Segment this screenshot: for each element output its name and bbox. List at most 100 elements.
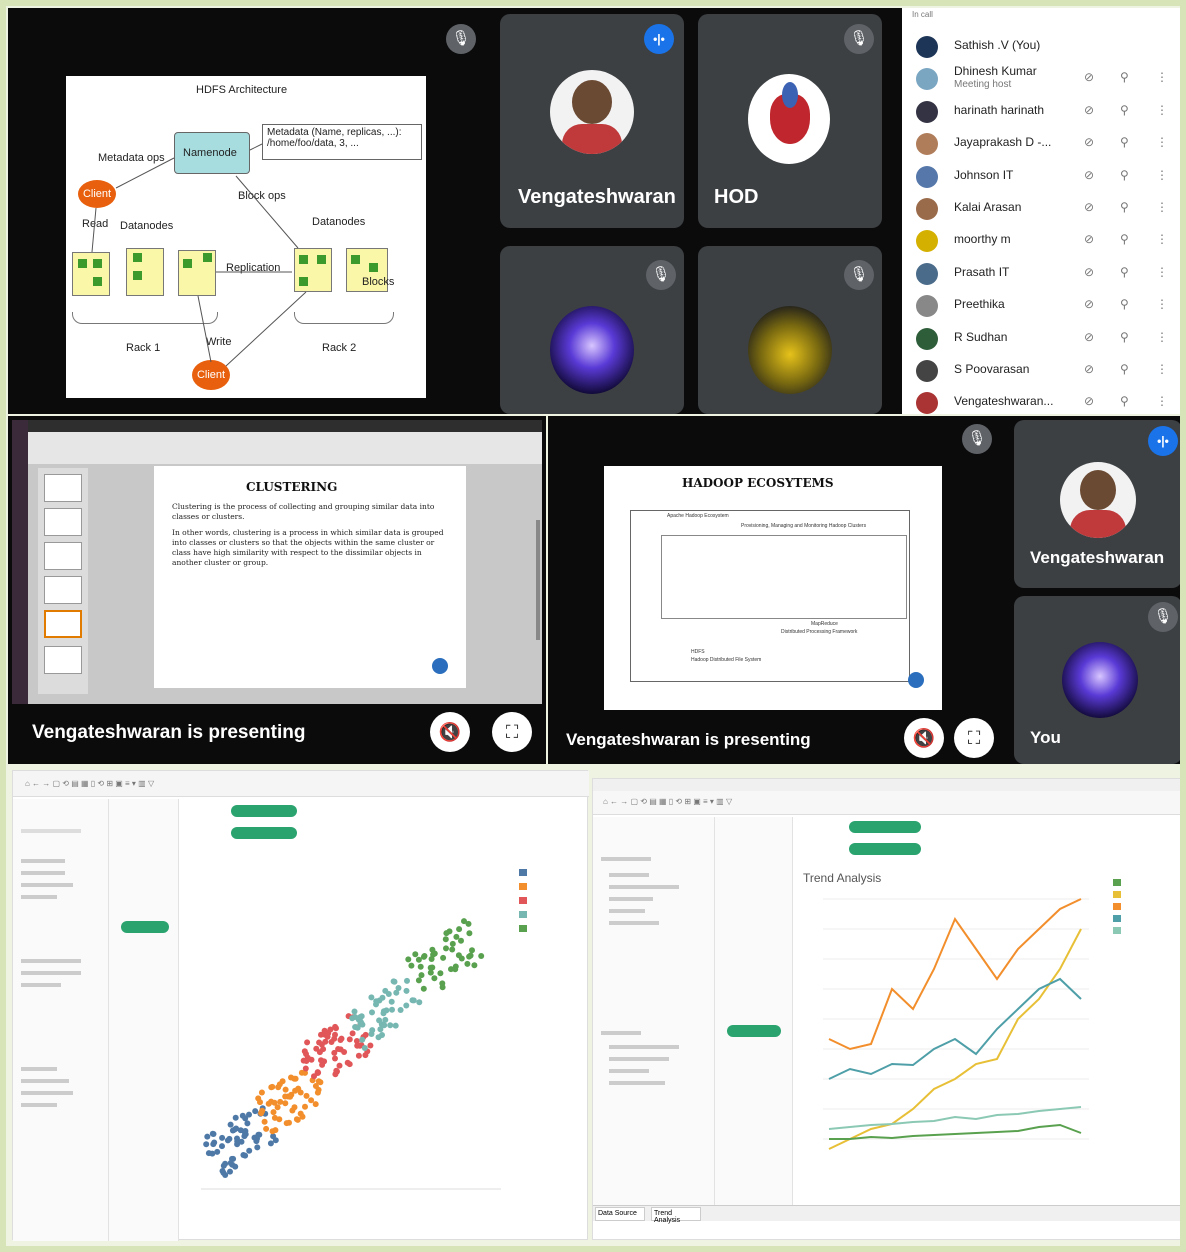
participant-row[interactable]: Jayaprakash D -... ⊘ ⚲ ⋮ xyxy=(902,127,1182,159)
fullscreen-button[interactable]: ⛶ xyxy=(954,718,994,758)
trend-series-line xyxy=(828,898,1082,1051)
color-pill[interactable] xyxy=(727,1025,781,1037)
mic-off-icon: ⊘ xyxy=(1084,264,1095,279)
participant-row[interactable]: Kalai Arasan ⊘ ⚲ ⋮ xyxy=(902,192,1182,224)
participant-row[interactable]: Sathish .V (You) xyxy=(902,30,1182,62)
pin-icon[interactable]: ⚲ xyxy=(1120,297,1129,311)
scatter-point xyxy=(219,1134,226,1141)
scatter-point xyxy=(449,946,456,953)
more-options-icon[interactable]: ⋮ xyxy=(1156,362,1168,376)
scatter-point xyxy=(388,998,395,1005)
pin-icon[interactable]: ⚲ xyxy=(1120,330,1129,344)
scatter-point xyxy=(246,1147,253,1154)
scatter-point xyxy=(282,1100,289,1107)
scatter-point xyxy=(332,1023,339,1030)
clusters-pill[interactable] xyxy=(121,921,169,933)
scatter-point xyxy=(403,987,410,994)
more-options-icon[interactable]: ⋮ xyxy=(1156,394,1168,408)
pin-icon[interactable]: ⚲ xyxy=(1120,200,1129,214)
participant-row[interactable]: Johnson IT ⊘ ⚲ ⋮ xyxy=(902,160,1182,192)
scatter-point xyxy=(246,1111,252,1118)
participant-row[interactable]: harinath harinath ⊘ ⚲ ⋮ xyxy=(902,95,1182,127)
pin-icon[interactable]: ⚲ xyxy=(1120,362,1129,376)
tableau-toolbar: ⌂ ← → ▢ ⟲ ▤ ▦ ▯ ⟲ ⊞ ▣ ≡ ▾ ▥ ▽ xyxy=(593,791,1183,815)
slide-thumbnails xyxy=(38,468,88,694)
hadoop-title: HADOOP ECOSYTEMS xyxy=(682,476,834,490)
tab-trend-analysis[interactable]: Trend Analysis xyxy=(651,1207,701,1224)
scatter-point xyxy=(277,1098,284,1105)
more-options-icon[interactable]: ⋮ xyxy=(1156,168,1168,182)
more-options-icon[interactable]: ⋮ xyxy=(1156,297,1168,311)
scatter-point xyxy=(209,1130,216,1137)
more-options-icon[interactable]: ⋮ xyxy=(1156,232,1168,246)
participant-tile-you[interactable]: 🎙 You xyxy=(1014,596,1182,764)
scatter-point xyxy=(440,954,447,961)
scatter-point xyxy=(328,1039,335,1045)
legend-swatch xyxy=(519,911,527,918)
pin-icon[interactable]: ⚲ xyxy=(1120,232,1129,246)
participant-tile-vengateshwaran[interactable]: •|• Vengateshwaran xyxy=(500,14,684,228)
scatter-point xyxy=(265,1100,272,1107)
more-options-icon[interactable]: ⋮ xyxy=(1156,103,1168,117)
more-options-icon[interactable]: ⋮ xyxy=(1156,200,1168,214)
fullscreen-button[interactable]: ⛶ xyxy=(492,712,532,752)
presenting-label-left: Vengateshwaran is presenting xyxy=(32,722,306,743)
pin-icon[interactable]: ⚲ xyxy=(1120,103,1129,117)
pin-icon[interactable]: ⚲ xyxy=(1120,265,1129,279)
participant-row[interactable]: Vengateshwaran... ⊘ ⚲ ⋮ xyxy=(902,386,1182,418)
scatter-point xyxy=(408,962,415,969)
legend-swatch xyxy=(519,925,527,932)
tab-data-source[interactable]: Data Source xyxy=(595,1207,645,1221)
participant-row[interactable]: Preethika ⊘ ⚲ ⋮ xyxy=(902,289,1182,321)
participant-tile-3[interactable]: 🎙 xyxy=(500,246,684,414)
scatter-point xyxy=(270,1133,277,1140)
mic-off-icon: ⊘ xyxy=(1084,297,1095,312)
participant-row[interactable]: Prasath IT ⊘ ⚲ ⋮ xyxy=(902,257,1182,289)
mute-presenter-button[interactable]: 🔇 xyxy=(904,718,944,758)
columns-pill[interactable] xyxy=(849,821,921,833)
participant-tile-hod[interactable]: 🎙 HOD xyxy=(698,14,882,228)
scatter-point xyxy=(373,1001,379,1008)
scatter-point xyxy=(312,1101,319,1108)
scatter-point xyxy=(458,937,464,944)
more-options-icon[interactable]: ⋮ xyxy=(1156,330,1168,344)
more-options-icon[interactable]: ⋮ xyxy=(1156,70,1168,84)
more-options-icon[interactable]: ⋮ xyxy=(1156,135,1168,149)
scatter-point xyxy=(380,1010,387,1017)
scatter-point xyxy=(314,1089,321,1096)
participant-name: Kalai Arasan xyxy=(954,200,1022,214)
columns-pill[interactable] xyxy=(231,805,297,817)
scatter-point xyxy=(359,1036,366,1043)
mute-presenter-button[interactable]: 🔇 xyxy=(430,712,470,752)
scatter-point xyxy=(271,1099,278,1106)
participant-tile-vengateshwaran-right[interactable]: •|• Vengateshwaran xyxy=(1014,420,1182,588)
scatter-point xyxy=(355,1052,362,1059)
scatter-point xyxy=(391,978,398,985)
pin-icon[interactable]: ⚲ xyxy=(1120,168,1129,182)
scatter-point xyxy=(205,1150,212,1157)
participant-row[interactable]: S Poovarasan ⊘ ⚲ ⋮ xyxy=(902,354,1182,386)
scatter-point xyxy=(442,936,449,943)
scrollbar[interactable] xyxy=(536,520,540,640)
scatter-point xyxy=(261,1118,268,1125)
mic-off-icon: ⊘ xyxy=(1084,135,1095,150)
scatter-point xyxy=(300,1057,307,1064)
scatter-plot xyxy=(201,918,501,1190)
participant-row[interactable]: moorthy m ⊘ ⚲ ⋮ xyxy=(902,224,1182,256)
pin-icon[interactable]: ⚲ xyxy=(1120,394,1129,408)
legend-swatch xyxy=(519,897,527,904)
pin-icon[interactable]: ⚲ xyxy=(1120,135,1129,149)
scatter-point xyxy=(314,1069,321,1076)
pin-icon[interactable]: ⚲ xyxy=(1120,70,1129,84)
participant-row[interactable]: R Sudhan ⊘ ⚲ ⋮ xyxy=(902,322,1182,354)
more-options-icon[interactable]: ⋮ xyxy=(1156,265,1168,279)
participant-row[interactable]: Dhinesh Kumar Meeting host ⊘ ⚲ ⋮ xyxy=(902,62,1182,94)
rows-pill[interactable] xyxy=(849,843,921,855)
participant-tile-4[interactable]: 🎙 xyxy=(698,246,882,414)
scatter-point xyxy=(382,1016,389,1023)
rows-pill[interactable] xyxy=(231,827,297,839)
scatter-point xyxy=(304,1039,311,1046)
avatar xyxy=(748,306,832,394)
scatter-point xyxy=(478,953,485,959)
scatter-point xyxy=(242,1131,249,1138)
